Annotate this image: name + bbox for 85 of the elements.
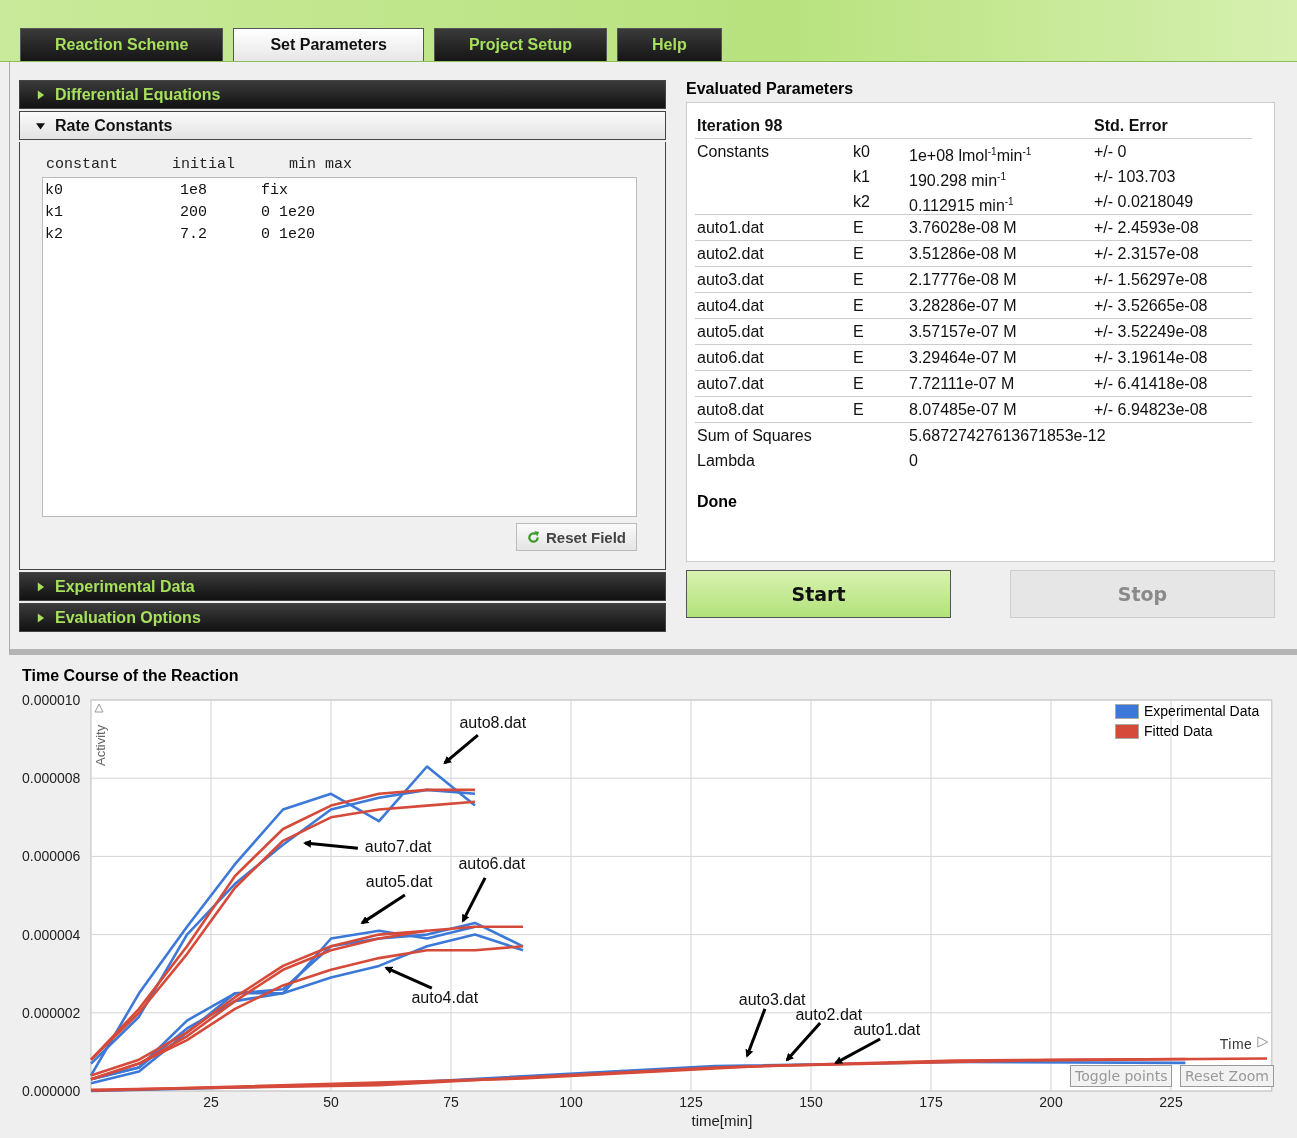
- table-cell: E: [851, 241, 907, 267]
- table-cell: +/- 2.3157e-08: [1092, 241, 1252, 267]
- iteration-label: Iteration 98: [695, 113, 851, 139]
- panel-title: Evaluated Parameters: [686, 80, 855, 98]
- table-cell: 3.57157e-07 M: [907, 319, 1092, 345]
- y-axis-title: Activity: [93, 724, 108, 766]
- table-cell: 7.72111e-07 M: [907, 371, 1092, 397]
- table-cell: +/- 1.56297e-08: [1092, 267, 1252, 293]
- x-tick-label: 150: [799, 1094, 823, 1110]
- accordion-title: Rate Constants: [55, 116, 173, 135]
- legend-label: Experimental Data: [1144, 703, 1260, 719]
- accordion-title: Differential Equations: [55, 85, 221, 104]
- table-cell: auto3.dat: [695, 267, 851, 293]
- table-cell: 3.51286e-08 M: [907, 241, 1092, 267]
- table-cell: auto4.dat: [695, 293, 851, 319]
- x-tick-label: 175: [919, 1094, 943, 1110]
- accordion-title: Experimental Data: [55, 577, 195, 596]
- table-cell: +/- 3.52249e-08: [1092, 319, 1252, 345]
- table-cell: +/- 3.52665e-08: [1092, 293, 1252, 319]
- x-tick-label: 25: [203, 1094, 219, 1110]
- annotation-label: auto1.dat: [853, 1021, 921, 1038]
- table-cell: +/- 0.0218049: [1092, 189, 1252, 215]
- table-cell: +/- 6.41418e-08: [1092, 371, 1252, 397]
- y-tick-label: 0.000006: [22, 848, 81, 865]
- annotation-label: auto5.dat: [365, 872, 433, 890]
- y-axis-hint: Activity: [93, 703, 108, 766]
- table-cell-text: k1: [852, 167, 871, 187]
- table-cell-text: 5.68727427613671853e-12: [908, 426, 1107, 446]
- table-cell: auto1.dat: [695, 215, 851, 241]
- table-cell: 2.17776e-08 M: [907, 267, 1092, 293]
- table-cell: E: [851, 371, 907, 397]
- y-tick-label: 0.000010: [22, 692, 81, 708]
- table-cell: 8.07485e-07 M: [907, 397, 1092, 423]
- x-axis-label: time[min]: [691, 1112, 753, 1129]
- legend-label: Fitted Data: [1144, 723, 1213, 739]
- table-cell: E: [851, 319, 907, 345]
- x-axis-hint: Time: [1219, 1036, 1269, 1052]
- annotation-label: auto3.dat: [738, 990, 806, 1008]
- table-cell: auto7.dat: [695, 371, 851, 397]
- row-label: Lambda: [696, 451, 756, 471]
- table-cell: E: [851, 215, 907, 241]
- annotation-label: auto4.dat: [411, 988, 479, 1006]
- table-cell: E: [851, 397, 907, 423]
- table-cell: 3.76028e-08 M: [907, 215, 1092, 241]
- table-cell-text: 1e+08 lmol$^{-1}$min$^{-1}$: [908, 145, 1033, 164]
- annotation-label: auto8.dat: [459, 714, 527, 732]
- column-header: Std. Error: [1092, 113, 1252, 139]
- annotation-label: auto7.dat: [364, 838, 432, 855]
- table-cell: auto2.dat: [695, 241, 851, 267]
- y-tick-label: 0.000000: [22, 1083, 81, 1099]
- table-cell: +/- 2.4593e-08: [1092, 215, 1252, 241]
- x-tick-label: 200: [1039, 1094, 1063, 1110]
- column-header: constant initial min max: [45, 156, 354, 173]
- x-tick-label: 75: [443, 1094, 459, 1110]
- annotation-label: auto6.dat: [458, 854, 526, 872]
- chart-title: Time Course of the Reaction: [22, 667, 240, 686]
- table-cell: E: [851, 345, 907, 371]
- x-tick-label: 125: [679, 1094, 703, 1110]
- table-cell: 3.28286e-07 M: [907, 293, 1092, 319]
- table-cell: 0.112915 min$^{-1}$: [907, 189, 1092, 215]
- annotation-label: auto2.dat: [795, 1006, 863, 1024]
- y-tick-label: 0.000002: [22, 1004, 81, 1021]
- x-tick-label: 100: [559, 1094, 583, 1110]
- table-cell-text: +/- 103.703: [1093, 167, 1177, 187]
- table-cell: E: [851, 267, 907, 293]
- row-label: Constants: [696, 142, 771, 162]
- table-cell-text: 0: [908, 451, 919, 471]
- table-cell-text: k0: [852, 142, 871, 162]
- y-tick-label: 0.000008: [22, 770, 81, 787]
- table-cell-text: +/- 0: [1093, 142, 1128, 162]
- table-cell: k2: [851, 189, 907, 215]
- x-tick-label: 50: [323, 1094, 339, 1110]
- status-text: Done: [697, 493, 738, 511]
- table-cell: auto8.dat: [695, 397, 851, 423]
- table-cell-text: 190.298 min$^{-1}$: [908, 170, 1007, 189]
- y-tick-label: 0.000004: [22, 926, 81, 943]
- table-cell: +/- 6.94823e-08: [1092, 397, 1252, 423]
- table-cell: auto6.dat: [695, 345, 851, 371]
- table-cell: auto5.dat: [695, 319, 851, 345]
- row-label: Sum of Squares: [696, 426, 813, 446]
- table-cell: E: [851, 293, 907, 319]
- x-tick-label: 225: [1159, 1094, 1183, 1110]
- accordion-title: Evaluation Options: [55, 608, 201, 627]
- table-cell: +/- 3.19614e-08: [1092, 345, 1252, 371]
- table-cell: 3.29464e-07 M: [907, 345, 1092, 371]
